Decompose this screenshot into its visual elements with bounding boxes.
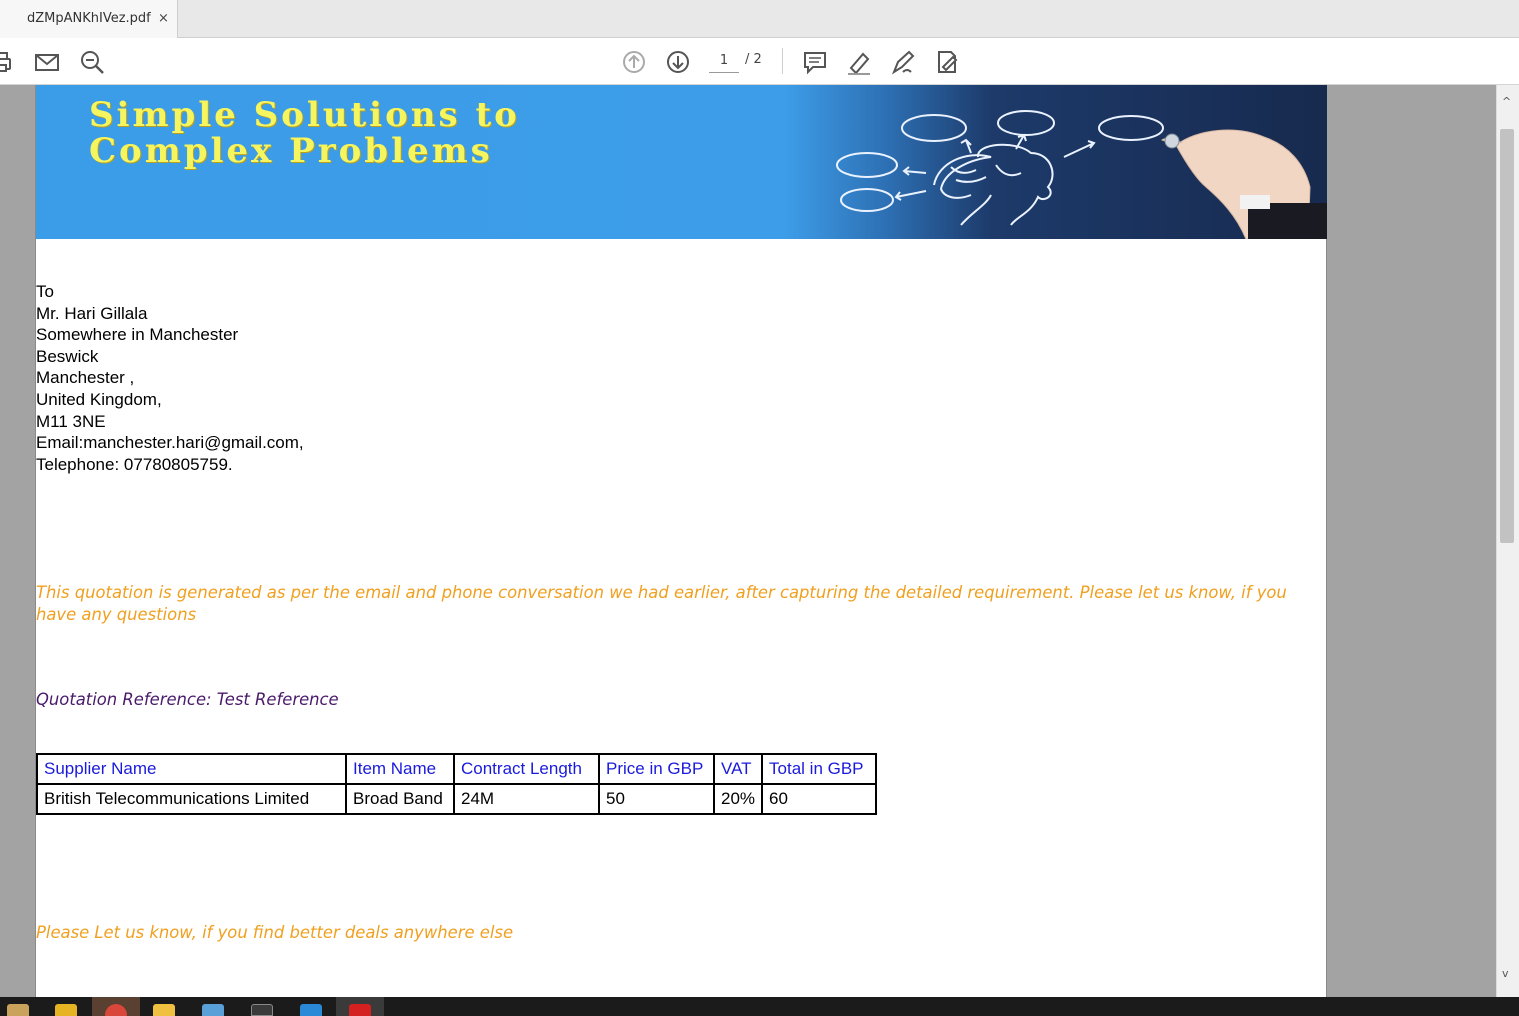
address-line: Beswick xyxy=(36,346,99,366)
highlight-icon[interactable] xyxy=(845,48,873,76)
vertical-scrollbar[interactable]: ^ v xyxy=(1496,85,1519,997)
paint-icon[interactable] xyxy=(0,997,42,1016)
comment-icon[interactable] xyxy=(801,48,829,76)
address-line: Manchester , xyxy=(36,368,135,388)
address-line: Email:manchester.hari@gmail.com, xyxy=(36,433,304,453)
closing-paragraph: Please Let us know, if you find better d… xyxy=(36,923,514,942)
column-header: Price in GBP xyxy=(598,753,715,785)
os-taskbar xyxy=(0,997,1519,1016)
document-tab[interactable]: dZMpANKhIVez.pdf × xyxy=(0,0,178,38)
column-header: Contract Length xyxy=(453,753,600,785)
column-header: Total in GBP xyxy=(761,753,878,785)
recipient-address: To Mr. Hari Gillala Somewhere in Manches… xyxy=(36,281,304,475)
mail-app-icon[interactable] xyxy=(42,997,90,1016)
table-cell: 24M xyxy=(453,783,600,815)
table-cell: British Telecommunications Limited xyxy=(36,783,347,815)
address-line: To xyxy=(36,282,54,301)
sign-icon[interactable] xyxy=(889,48,917,76)
address-line: Mr. Hari Gillala xyxy=(36,303,148,323)
address-line: Somewhere in Manchester xyxy=(36,325,239,345)
pdf-viewer-window: dZMpANKhIVez.pdf × 1 / 2 Simple Solution… xyxy=(0,0,1519,1016)
table-cell: 50 xyxy=(598,783,715,815)
toolbar: 1 / 2 xyxy=(0,38,1519,85)
quotation-reference: Quotation Reference: Test Reference xyxy=(36,690,339,709)
table-header-row: Supplier Name Item Name Contract Length … xyxy=(36,753,878,785)
tab-bar: dZMpANKhIVez.pdf × xyxy=(0,0,1519,38)
table-cell: 20% xyxy=(712,783,764,815)
column-header: VAT xyxy=(712,753,764,785)
banner-title: Simple Solutions to Complex Problems xyxy=(89,97,520,169)
column-header: Supplier Name xyxy=(36,753,347,785)
page-number-input[interactable]: 1 xyxy=(709,51,739,73)
print-icon[interactable] xyxy=(0,48,18,76)
quotation-table: Supplier Name Item Name Contract Length … xyxy=(36,753,878,815)
header-banner: Simple Solutions to Complex Problems xyxy=(36,85,1327,239)
acrobat-icon[interactable] xyxy=(336,997,384,1016)
page-total: / 2 xyxy=(745,52,762,67)
zoom-icon[interactable] xyxy=(78,48,106,76)
banner-line-2: Complex Problems xyxy=(89,131,493,171)
document-viewport[interactable]: Simple Solutions to Complex Problems To … xyxy=(0,85,1496,997)
column-header: Item Name xyxy=(345,753,455,785)
email-icon[interactable] xyxy=(33,48,61,76)
tab-title[interactable]: dZMpANKhIVez.pdf xyxy=(27,11,151,26)
vscode-icon[interactable] xyxy=(287,997,335,1016)
tab-close-icon[interactable]: × xyxy=(158,11,169,26)
chrome-icon[interactable] xyxy=(92,997,140,1016)
table-row: British Telecommunications Limited Broad… xyxy=(36,783,878,815)
brain-illustration xyxy=(836,110,1327,239)
terminal-icon[interactable] xyxy=(238,997,286,1016)
pdf-page: Simple Solutions to Complex Problems To … xyxy=(35,85,1327,997)
table-cell: 60 xyxy=(761,783,878,815)
photos-icon[interactable] xyxy=(189,997,237,1016)
intro-paragraph: This quotation is generated as per the e… xyxy=(36,583,1287,624)
page-down-icon[interactable] xyxy=(664,48,692,76)
banner-line-1: Simple Solutions to xyxy=(89,95,520,135)
page-up-icon[interactable] xyxy=(620,48,648,76)
address-line: Telephone: 07780805759. xyxy=(36,454,233,474)
address-line: M11 3NE xyxy=(36,411,106,431)
toolbar-divider xyxy=(782,48,783,74)
scroll-down-icon[interactable]: v xyxy=(1502,967,1509,980)
scroll-thumb[interactable] xyxy=(1500,129,1514,543)
scroll-up-icon[interactable]: ^ xyxy=(1502,95,1511,108)
edit-pdf-icon[interactable] xyxy=(933,48,961,76)
file-explorer-icon[interactable] xyxy=(140,997,188,1016)
table-cell: Broad Band xyxy=(345,783,455,815)
address-line: United Kingdom, xyxy=(36,389,162,409)
